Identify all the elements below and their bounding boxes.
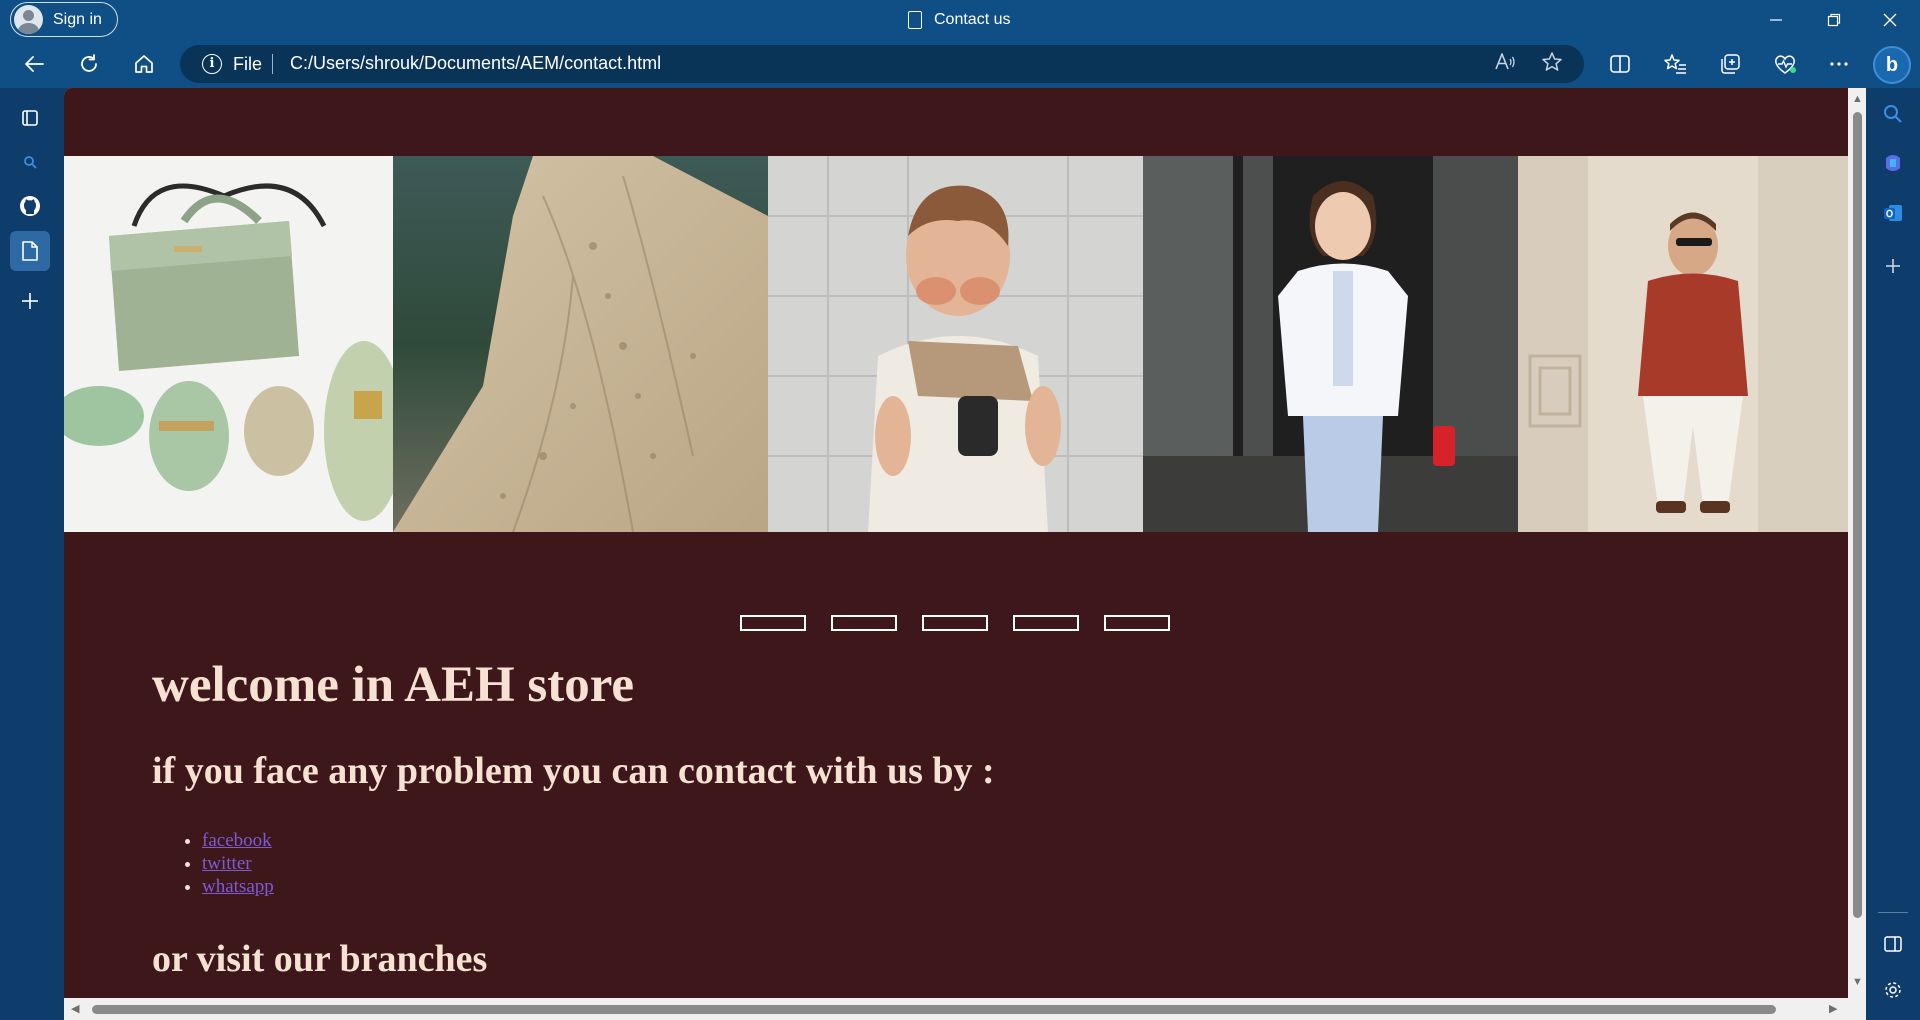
sidebar-settings-button[interactable] (1875, 972, 1911, 1008)
document-icon (22, 241, 38, 261)
list-item: twitter (202, 852, 274, 875)
product-photo-dress (393, 156, 768, 532)
list-item: facebook (202, 829, 274, 852)
contact-text: if you face any problem you can contact … (152, 750, 995, 792)
facebook-link[interactable]: facebook (202, 830, 272, 851)
more-dots-icon (1830, 62, 1848, 66)
divider (272, 54, 273, 74)
page-viewport: welcome in AEH store if you face any pro… (64, 88, 1866, 1020)
minimize-button[interactable] (1748, 0, 1804, 40)
search-icon (24, 156, 37, 169)
sidebar-add-button[interactable] (1875, 248, 1911, 284)
twitter-link[interactable]: twitter (202, 853, 252, 874)
scroll-up-arrow-icon[interactable]: ▲ (1852, 93, 1863, 105)
tab-actions-button[interactable] (10, 98, 50, 138)
whatsapp-link[interactable]: whatsapp (202, 876, 274, 897)
read-aloud-button[interactable] (1492, 51, 1518, 77)
edge-sidebar (1866, 88, 1920, 1020)
scroll-left-arrow-icon[interactable]: ◀ (71, 1002, 79, 1015)
sidebar-copilot-button[interactable] (1875, 145, 1911, 181)
outlook-icon (1884, 205, 1902, 221)
close-window-button[interactable] (1862, 0, 1918, 40)
sign-in-label: Sign in (53, 10, 102, 28)
favorites-list-icon (1664, 54, 1686, 74)
heart-pulse-icon (1775, 55, 1796, 74)
product-photo-boy (768, 156, 1143, 532)
star-icon (1542, 52, 1562, 71)
minimize-icon (1770, 19, 1782, 21)
tab-github[interactable] (10, 186, 50, 226)
title-bar: Sign in Contact us (0, 0, 1920, 40)
image-slider (64, 156, 1848, 532)
vertical-scrollbar[interactable]: ▲ ▼ (1848, 88, 1866, 998)
slider-dot[interactable] (740, 615, 806, 631)
browser-toolbar: i File C:/Users/shrouk/Documents/AEM/con… (0, 40, 1920, 88)
refresh-button[interactable] (71, 46, 107, 82)
branches-text: or visit our branches (152, 938, 488, 980)
tab-actions-icon (22, 110, 38, 126)
browser-essentials-button[interactable] (1767, 46, 1803, 82)
restore-button[interactable] (1806, 0, 1862, 40)
scroll-right-arrow-icon[interactable]: ▶ (1829, 1002, 1837, 1015)
favorites-button[interactable] (1657, 46, 1693, 82)
tab-title: Contact us (908, 8, 1010, 32)
collections-button[interactable] (1712, 46, 1748, 82)
address-bar[interactable]: i File C:/Users/shrouk/Documents/AEM/con… (180, 45, 1584, 83)
info-icon[interactable]: i (202, 54, 222, 74)
tab-contact-us[interactable] (10, 231, 50, 271)
slider-dot[interactable] (831, 615, 897, 631)
tab-search-button[interactable] (10, 142, 50, 182)
arrow-left-icon (25, 56, 44, 72)
settings-more-button[interactable] (1821, 46, 1857, 82)
product-photo-handbag (64, 156, 393, 532)
plus-icon (1886, 259, 1900, 273)
slider-indicators (740, 615, 1170, 631)
home-icon (135, 55, 153, 73)
back-button[interactable] (16, 46, 52, 82)
split-screen-icon (1610, 55, 1630, 73)
contact-page: welcome in AEH store if you face any pro… (64, 88, 1848, 998)
sidebar-toggle-icon (1884, 936, 1902, 952)
tab-title-text: Contact us (934, 11, 1011, 28)
favorite-star-button[interactable] (1539, 51, 1565, 77)
avatar-icon (14, 5, 43, 34)
close-icon (1883, 13, 1897, 27)
new-tab-button[interactable] (10, 281, 50, 321)
sidebar-search-button[interactable] (1875, 96, 1911, 132)
restore-icon (1827, 13, 1841, 27)
copilot-button[interactable]: b (1873, 46, 1911, 84)
plus-icon (22, 293, 38, 309)
product-photo-man (1518, 156, 1848, 532)
horizontal-scrollbar[interactable]: ◀ ▶ (64, 998, 1848, 1020)
scroll-down-arrow-icon[interactable]: ▼ (1852, 976, 1863, 988)
url-text[interactable]: C:/Users/shrouk/Documents/AEM/contact.ht… (290, 53, 661, 74)
split-screen-button[interactable] (1602, 46, 1638, 82)
page-heading: welcome in AEH store (152, 657, 635, 713)
collections-icon (1721, 54, 1740, 74)
horizontal-scroll-thumb[interactable] (92, 1005, 1776, 1014)
slider-dot[interactable] (922, 615, 988, 631)
bing-icon: b (1885, 53, 1899, 76)
vertical-scroll-thumb[interactable] (1853, 112, 1862, 918)
copilot-icon (1886, 155, 1900, 171)
hide-sidebar-button[interactable] (1875, 926, 1911, 962)
slider-dot[interactable] (1013, 615, 1079, 631)
contact-links-list: facebook twitter whatsapp (186, 829, 274, 898)
sign-in-button[interactable]: Sign in (10, 2, 118, 37)
document-icon (908, 11, 922, 29)
gear-icon (1885, 982, 1901, 998)
product-photo-girl (1143, 156, 1518, 532)
scheme-label: File (233, 54, 263, 74)
vertical-tabs-bar (0, 88, 64, 1020)
sidebar-outlook-button[interactable] (1875, 195, 1911, 231)
search-icon (1884, 105, 1902, 123)
read-aloud-icon (1495, 53, 1515, 70)
home-button[interactable] (126, 46, 162, 82)
slider-dot[interactable] (1104, 615, 1170, 631)
github-icon (20, 196, 40, 216)
list-item: whatsapp (202, 875, 274, 898)
divider (1878, 912, 1908, 913)
refresh-icon (81, 54, 97, 72)
